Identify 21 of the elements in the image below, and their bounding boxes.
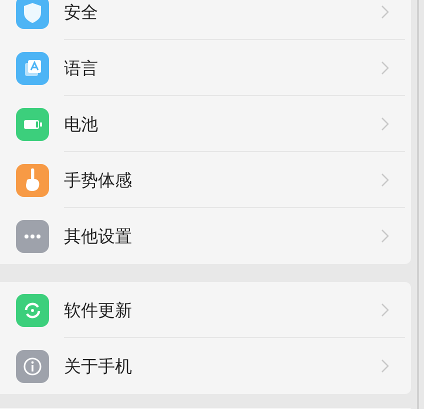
item-label: 软件更新 [64, 300, 133, 322]
chevron-icon [381, 229, 389, 243]
settings-item[interactable]: 手势体感 [0, 152, 411, 208]
settings-item[interactable]: 语言 [0, 40, 411, 96]
settings-item[interactable]: 软件更新 [0, 282, 411, 338]
settings-item[interactable]: 电池 [0, 96, 411, 152]
item-label: 其他设置 [64, 226, 133, 248]
settings-item[interactable]: 关于手机 [0, 338, 411, 394]
chevron-icon [381, 5, 389, 19]
item-label: 关于手机 [64, 356, 133, 378]
item-label: 语言 [64, 58, 99, 80]
settings-item[interactable]: 安全 [0, 0, 411, 40]
chevron-icon [381, 61, 389, 75]
settings-item[interactable]: 其他设置 [0, 208, 411, 264]
chevron-icon [381, 173, 389, 187]
chevron-icon [381, 117, 389, 131]
item-label: 手势体感 [64, 170, 133, 192]
chevron-icon [381, 359, 389, 373]
item-label: 电池 [64, 114, 99, 136]
chevron-icon [381, 303, 389, 317]
item-label: 安全 [64, 2, 99, 24]
